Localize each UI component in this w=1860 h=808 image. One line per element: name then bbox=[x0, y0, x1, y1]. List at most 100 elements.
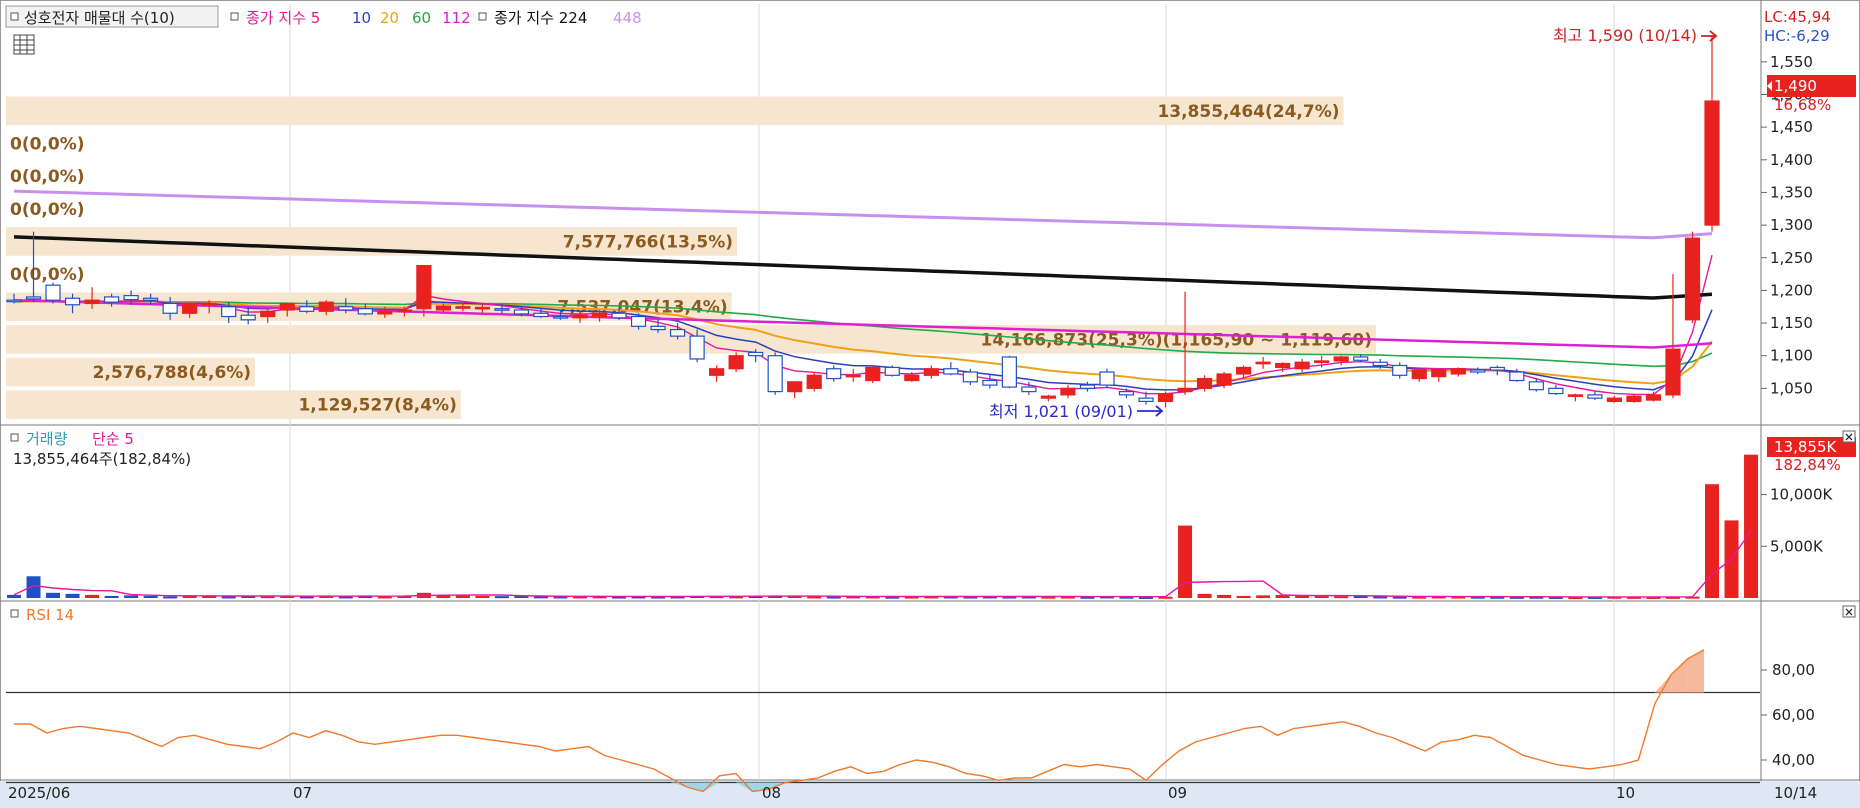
volume-bar[interactable] bbox=[143, 595, 158, 598]
candle-body[interactable] bbox=[767, 355, 783, 393]
candle-body[interactable] bbox=[1645, 394, 1662, 401]
candle-body[interactable] bbox=[1548, 387, 1564, 395]
candle-body[interactable] bbox=[260, 310, 276, 318]
stock-chart[interactable]: 1,129,527(8,4%)2,576,788(4,6%)14,166,873… bbox=[0, 0, 1860, 808]
candle-body[interactable] bbox=[416, 264, 432, 310]
candle-body[interactable] bbox=[1275, 362, 1291, 369]
volume-bar[interactable] bbox=[1178, 525, 1193, 598]
candle-body[interactable] bbox=[1118, 391, 1135, 396]
candle-body[interactable] bbox=[494, 308, 510, 311]
candle-body[interactable] bbox=[1235, 366, 1252, 375]
candle-body[interactable] bbox=[377, 310, 393, 315]
candle-body[interactable] bbox=[1372, 361, 1388, 367]
candle-body[interactable] bbox=[103, 296, 120, 303]
volume-bar[interactable] bbox=[221, 596, 236, 599]
candle-body[interactable] bbox=[806, 374, 822, 389]
grid-table-icon[interactable] bbox=[13, 34, 35, 55]
candle-body[interactable] bbox=[1157, 392, 1174, 403]
candle-body[interactable] bbox=[572, 314, 588, 319]
candle-body[interactable] bbox=[25, 296, 42, 300]
candle-body[interactable] bbox=[982, 379, 998, 386]
rsi-close-icon[interactable] bbox=[1842, 605, 1856, 618]
volume-bar[interactable] bbox=[46, 592, 61, 598]
candle-body[interactable] bbox=[1060, 387, 1076, 396]
volume-bar[interactable] bbox=[163, 596, 178, 599]
candle-body[interactable] bbox=[1040, 395, 1057, 399]
volume-bar[interactable] bbox=[1334, 596, 1349, 599]
volume-bar[interactable] bbox=[1256, 595, 1271, 598]
candle-body[interactable] bbox=[1470, 369, 1486, 373]
candle-body[interactable] bbox=[845, 374, 861, 378]
candle-body[interactable] bbox=[143, 297, 159, 301]
candle-body[interactable] bbox=[357, 308, 373, 315]
candle-body[interactable] bbox=[1665, 348, 1681, 396]
candle-body[interactable] bbox=[1099, 371, 1115, 386]
candle-body[interactable] bbox=[1450, 368, 1466, 375]
candle-body[interactable] bbox=[221, 306, 237, 318]
candle-body[interactable] bbox=[1255, 361, 1271, 365]
volume-bar[interactable] bbox=[475, 595, 490, 598]
candle-body[interactable] bbox=[84, 299, 100, 305]
candle-body[interactable] bbox=[884, 366, 900, 376]
candle-body[interactable] bbox=[1138, 397, 1154, 403]
candle-body[interactable] bbox=[396, 309, 412, 313]
candle-body[interactable] bbox=[1314, 360, 1330, 364]
candle-body[interactable] bbox=[748, 351, 764, 357]
candle-body[interactable] bbox=[123, 295, 139, 301]
candle-body[interactable] bbox=[1001, 356, 1017, 388]
candle-body[interactable] bbox=[1626, 395, 1642, 403]
volume-bar[interactable] bbox=[1236, 595, 1251, 598]
candle-body[interactable] bbox=[45, 284, 61, 301]
candle-body[interactable] bbox=[923, 368, 939, 376]
candle-body[interactable] bbox=[474, 306, 491, 310]
volume-bar[interactable] bbox=[26, 576, 41, 598]
ma2-toggle-icon[interactable] bbox=[478, 12, 487, 21]
candle-body[interactable] bbox=[240, 314, 256, 321]
candle-body[interactable] bbox=[1411, 369, 1427, 380]
candle-body[interactable] bbox=[1431, 369, 1447, 378]
candle-body[interactable] bbox=[1392, 364, 1408, 376]
candle-body[interactable] bbox=[826, 368, 842, 380]
candle-body[interactable] bbox=[201, 302, 217, 306]
volume-bar[interactable] bbox=[65, 593, 80, 598]
volume-bar[interactable] bbox=[1744, 454, 1759, 598]
ma-toggle-icon[interactable] bbox=[230, 12, 239, 21]
candle-body[interactable] bbox=[279, 302, 295, 311]
candle-body[interactable] bbox=[787, 381, 803, 393]
volume-bar[interactable] bbox=[1217, 594, 1232, 598]
candle-body[interactable] bbox=[552, 315, 569, 319]
candle-body[interactable] bbox=[1489, 366, 1505, 371]
volume-bar[interactable] bbox=[124, 595, 139, 598]
candle-body[interactable] bbox=[435, 305, 451, 311]
volume-bar[interactable] bbox=[1197, 593, 1212, 598]
candle-body[interactable] bbox=[943, 368, 959, 375]
volume-bar[interactable] bbox=[1392, 596, 1407, 599]
candle-body[interactable] bbox=[1567, 394, 1583, 397]
candle-body[interactable] bbox=[630, 315, 647, 327]
candle-body[interactable] bbox=[709, 368, 725, 376]
candle-body[interactable] bbox=[1353, 356, 1369, 361]
candle-body[interactable] bbox=[611, 312, 627, 319]
candle-body[interactable] bbox=[1021, 386, 1037, 393]
volume-bar[interactable] bbox=[104, 595, 119, 598]
candle-body[interactable] bbox=[182, 302, 198, 314]
candle-body[interactable] bbox=[338, 306, 354, 311]
candle-body[interactable] bbox=[1509, 371, 1525, 382]
candle-body[interactable] bbox=[1704, 100, 1720, 226]
legend-toggle-icon[interactable] bbox=[10, 12, 19, 21]
candle-body[interactable] bbox=[533, 312, 549, 318]
candle-body[interactable] bbox=[1079, 384, 1096, 389]
volume-bar[interactable] bbox=[494, 596, 509, 599]
candle-body[interactable] bbox=[318, 301, 334, 312]
candle-body[interactable] bbox=[689, 335, 705, 360]
candle-body[interactable] bbox=[1216, 373, 1232, 386]
candle-body[interactable] bbox=[669, 328, 686, 337]
candle-body[interactable] bbox=[1606, 397, 1623, 403]
candle-body[interactable] bbox=[1294, 361, 1310, 370]
candle-body[interactable] bbox=[728, 355, 744, 370]
candle-body[interactable] bbox=[299, 306, 315, 312]
volume-toggle-icon[interactable] bbox=[10, 433, 19, 442]
rsi-toggle-icon[interactable] bbox=[10, 609, 19, 618]
candle-body[interactable] bbox=[865, 366, 881, 382]
candle-body[interactable] bbox=[904, 374, 920, 382]
